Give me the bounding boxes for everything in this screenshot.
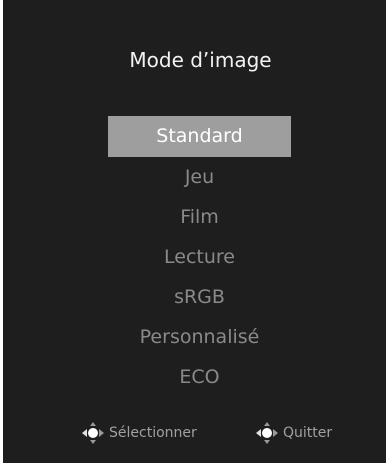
menu-item-standard[interactable]: Standard [108,116,291,157]
menu-item-jeu[interactable]: Jeu [108,157,291,197]
menu-item-eco[interactable]: ECO [108,357,291,397]
picture-mode-list: Standard Jeu Film Lecture sRGB Personnal… [108,116,291,397]
menu-item-lecture[interactable]: Lecture [108,237,291,277]
joystick-select-icon [82,422,104,444]
menu-item-film[interactable]: Film [108,197,291,237]
quit-label: Quitter [283,425,333,441]
footer-select-hint: Sélectionner [81,420,197,446]
select-label: Sélectionner [109,425,197,441]
menu-item-srgb[interactable]: sRGB [108,277,291,317]
osd-menu: Mode d’image Standard Jeu Film Lecture s… [3,0,386,463]
joystick-quit-icon [256,422,278,444]
footer-quit-hint: Quitter [255,420,332,446]
menu-title: Mode d’image [129,48,272,72]
menu-item-personnalise[interactable]: Personnalisé [108,317,291,357]
